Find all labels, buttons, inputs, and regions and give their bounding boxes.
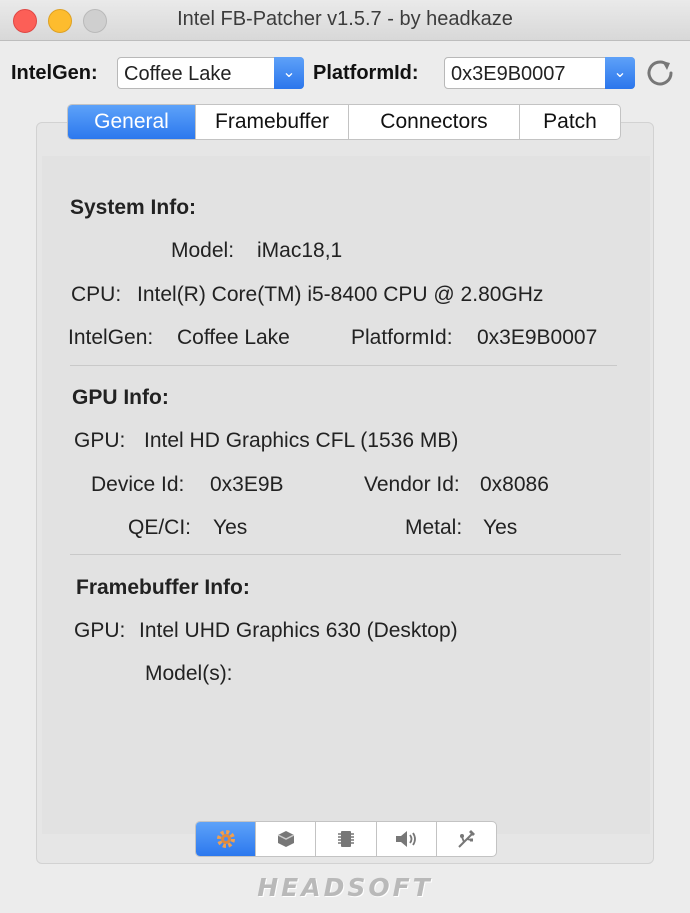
tab-bar: General Framebuffer Connectors Patch xyxy=(67,104,621,140)
framebuffer-gpu-value: Intel UHD Graphics 630 (Desktop) xyxy=(139,619,458,642)
system-platformid-label: PlatformId: xyxy=(351,326,453,349)
speaker-icon xyxy=(396,831,417,847)
platformid-popup-value: 0x3E9B0007 xyxy=(451,63,566,85)
segment-general[interactable] xyxy=(196,822,257,856)
models-label: Model(s): xyxy=(145,662,233,685)
divider xyxy=(70,554,621,555)
gpu-value: Intel HD Graphics CFL (1536 MB) xyxy=(144,429,459,452)
system-intelgen-label: IntelGen: xyxy=(68,326,154,349)
system-platformid-value: 0x3E9B0007 xyxy=(477,326,598,349)
tab-connectors[interactable]: Connectors xyxy=(349,105,520,139)
refresh-icon xyxy=(647,60,673,86)
window-title: Intel FB-Patcher v1.5.7 - by headkaze xyxy=(177,8,513,30)
platformid-label: PlatformId: xyxy=(313,62,419,84)
metal-label: Metal: xyxy=(405,516,463,539)
model-value: iMac18,1 xyxy=(257,239,343,262)
gear-icon xyxy=(216,830,235,848)
headsoft-logo: HEADSOFT xyxy=(257,873,433,902)
divider xyxy=(70,365,617,366)
segment-usb[interactable] xyxy=(437,822,496,856)
platformid-popup[interactable]: 0x3E9B0007 ⌄ xyxy=(444,57,635,89)
intelgen-label: IntelGen: xyxy=(11,62,98,84)
device-id-label: Device Id: xyxy=(91,473,185,496)
vendor-id-value: 0x8086 xyxy=(480,473,549,496)
system-intelgen-value: Coffee Lake xyxy=(177,326,290,349)
qeci-label: QE/CI: xyxy=(128,516,192,539)
system-info-heading: System Info: xyxy=(70,196,197,219)
device-id-value: 0x3E9B xyxy=(210,473,284,496)
tab-patch[interactable]: Patch xyxy=(520,105,620,139)
segment-chip[interactable] xyxy=(316,822,377,856)
intelgen-popup[interactable]: Coffee Lake ⌄ xyxy=(117,57,304,89)
framebuffer-info-heading: Framebuffer Info: xyxy=(76,576,250,599)
tab-general[interactable]: General xyxy=(68,105,196,139)
bottom-segmented-control xyxy=(195,821,497,857)
segment-gpu[interactable] xyxy=(256,822,317,856)
chevron-down-icon: ⌄ xyxy=(605,57,635,89)
chip-icon xyxy=(338,831,354,847)
qeci-value: Yes xyxy=(213,516,248,539)
gpu-info-heading: GPU Info: xyxy=(72,386,169,409)
usb-icon xyxy=(458,830,476,848)
chevron-down-icon: ⌄ xyxy=(274,57,304,89)
title-bar: Intel FB-Patcher v1.5.7 - by headkaze xyxy=(0,0,690,41)
gpu-label: GPU: xyxy=(74,429,126,452)
tab-framebuffer[interactable]: Framebuffer xyxy=(196,105,349,139)
gpu-icon xyxy=(277,831,295,847)
segment-audio[interactable] xyxy=(377,822,437,856)
refresh-button[interactable] xyxy=(642,55,678,91)
model-label: Model: xyxy=(171,239,235,262)
cpu-label: CPU: xyxy=(71,283,122,306)
intelgen-popup-value: Coffee Lake xyxy=(124,63,232,85)
vendor-id-label: Vendor Id: xyxy=(364,473,460,496)
cpu-value: Intel(R) Core(TM) i5-8400 CPU @ 2.80GHz xyxy=(137,283,544,306)
metal-value: Yes xyxy=(483,516,518,539)
framebuffer-gpu-label: GPU: xyxy=(74,619,126,642)
